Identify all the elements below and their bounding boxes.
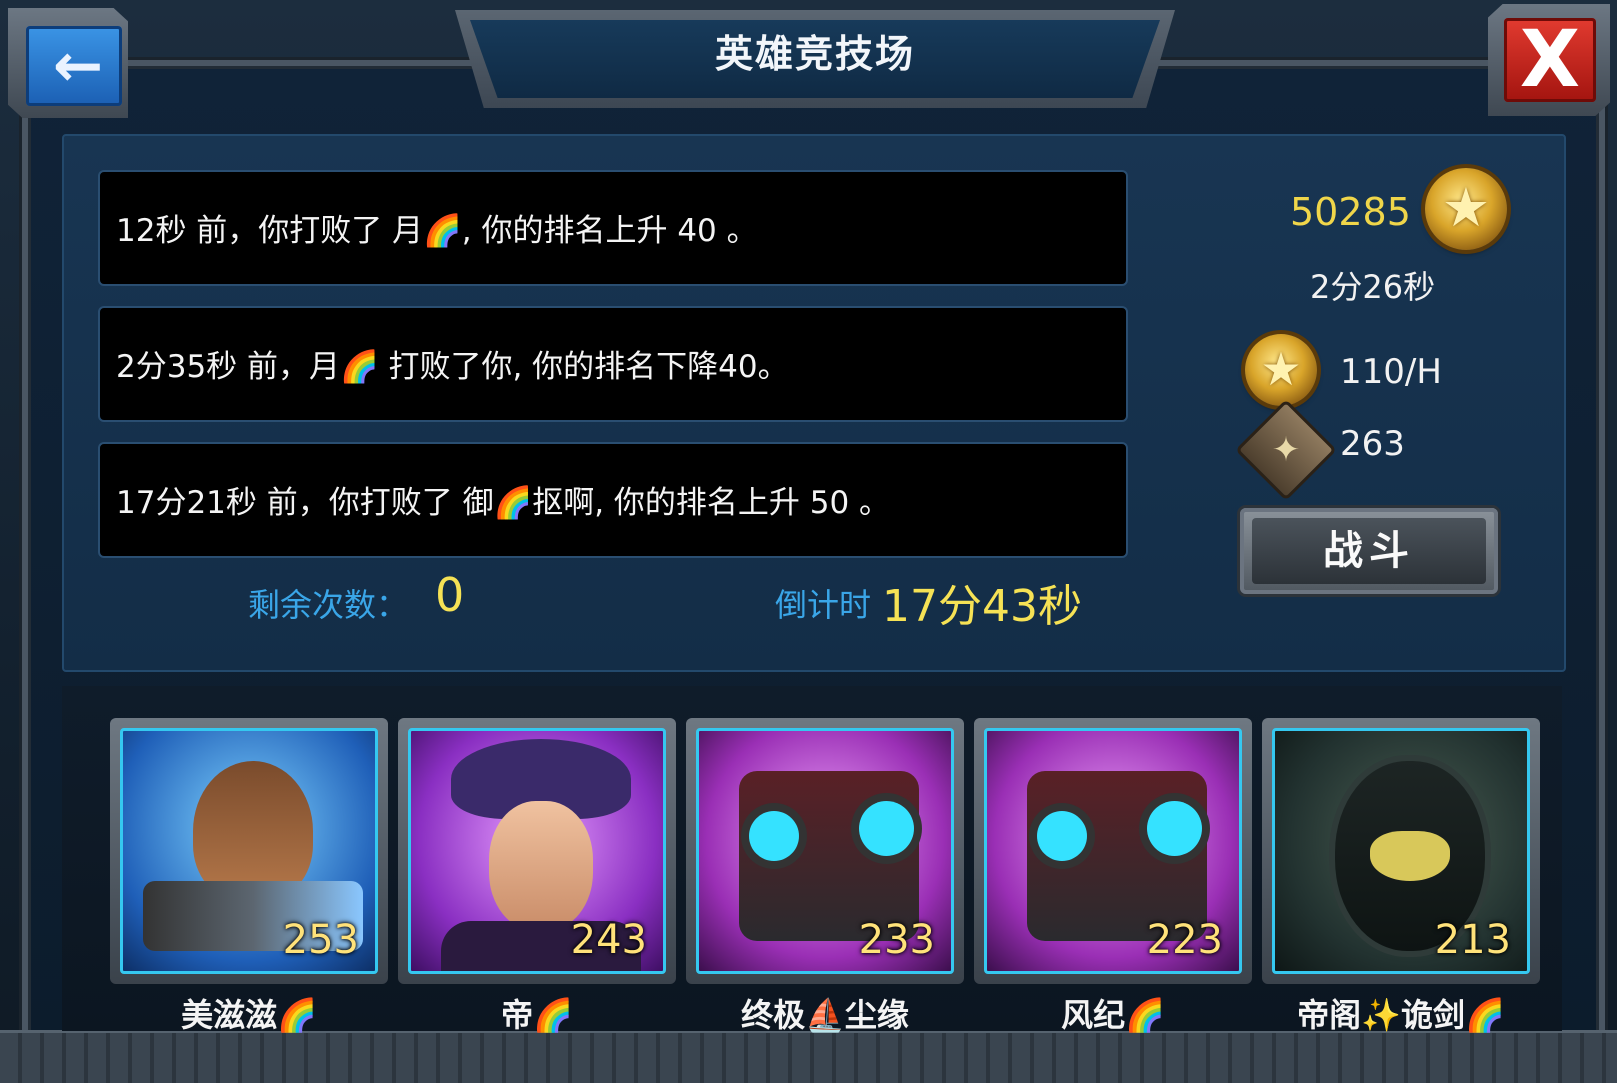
badge-count: 263 — [1340, 424, 1405, 464]
countdown-label: 倒计时 — [775, 586, 872, 624]
hero-portrait[interactable]: 253 — [120, 728, 378, 974]
gold-medal-icon: ★ — [1425, 168, 1507, 250]
hero-level: 243 — [570, 917, 647, 963]
arena-score: 50285 — [1290, 190, 1411, 234]
hero-card[interactable]: 233 — [686, 718, 964, 984]
page-title: 英雄竞技场 — [714, 32, 915, 76]
hero-card[interactable]: 253 — [110, 718, 388, 984]
star-icon: ★ — [1441, 176, 1491, 239]
countdown-value: 17分43秒 — [882, 581, 1082, 632]
star-icon: ★ — [1260, 342, 1302, 396]
hero-name: 帝阁✨诡剑🌈 — [1297, 996, 1505, 1034]
bottom-rail — [0, 1030, 1617, 1083]
hero-portrait[interactable]: 223 — [984, 728, 1242, 974]
rank-timer: 2分26秒 — [1310, 268, 1436, 306]
hero-level: 253 — [282, 917, 359, 963]
back-arrow-icon: ← — [52, 31, 104, 101]
hero-face — [489, 801, 593, 931]
hero-portrait[interactable]: 213 — [1272, 728, 1530, 974]
close-button[interactable]: X — [1488, 4, 1610, 116]
hero-level: 233 — [858, 917, 935, 963]
robot-eye — [749, 811, 799, 861]
back-button[interactable]: ← — [8, 8, 128, 118]
close-button-face[interactable]: X — [1504, 18, 1596, 102]
medal-rate: 110/H — [1340, 352, 1442, 392]
battle-log-text: 12秒 前，你打败了 月🌈, 你的排名上升 40 。 — [116, 213, 758, 249]
hero-name: 美滋滋🌈 — [181, 996, 317, 1034]
robot-eye — [859, 801, 914, 856]
hero-portrait[interactable]: 243 — [408, 728, 666, 974]
battle-log-text: 17分21秒 前，你打败了 御🌈抠啊, 你的排名上升 50 。 — [116, 485, 891, 521]
armor-visor — [1370, 831, 1450, 881]
battle-log-row: 17分21秒 前，你打败了 御🌈抠啊, 你的排名上升 50 。 — [98, 442, 1128, 558]
hero-level: 223 — [1146, 917, 1223, 963]
hero-card[interactable]: 213 — [1262, 718, 1540, 984]
battle-log-row: 12秒 前，你打败了 月🌈, 你的排名上升 40 。 — [98, 170, 1128, 286]
battle-button-label: 战斗 — [1323, 528, 1415, 574]
hero-figure — [193, 761, 313, 901]
battle-button-face[interactable]: 战斗 — [1252, 518, 1486, 584]
hero-card[interactable]: 223 — [974, 718, 1252, 984]
hero-card[interactable]: 243 — [398, 718, 676, 984]
robot-eye — [1037, 811, 1087, 861]
remaining-attempts-label: 剩余次数： — [248, 586, 409, 624]
remaining-attempts-value: 0 — [435, 568, 465, 622]
hero-portrait[interactable]: 233 — [696, 728, 954, 974]
hero-level: 213 — [1434, 917, 1511, 963]
battle-log-row: 2分35秒 前，月🌈 打败了你, 你的排名下降40。 — [98, 306, 1128, 422]
star-icon: ✦ — [1271, 430, 1301, 470]
gold-medal-icon: ★ — [1245, 334, 1317, 406]
robot-eye — [1147, 801, 1202, 856]
battle-log-text: 2分35秒 前，月🌈 打败了你, 你的排名下降40。 — [116, 349, 789, 385]
battle-button[interactable]: 战斗 — [1240, 508, 1498, 594]
hero-name: 风纪🌈 — [1061, 996, 1165, 1034]
back-button-face[interactable]: ← — [26, 26, 122, 106]
hero-name: 帝🌈 — [501, 996, 573, 1034]
hero-name: 终极⛵尘缘 — [741, 996, 909, 1034]
close-icon: X — [1519, 15, 1581, 105]
